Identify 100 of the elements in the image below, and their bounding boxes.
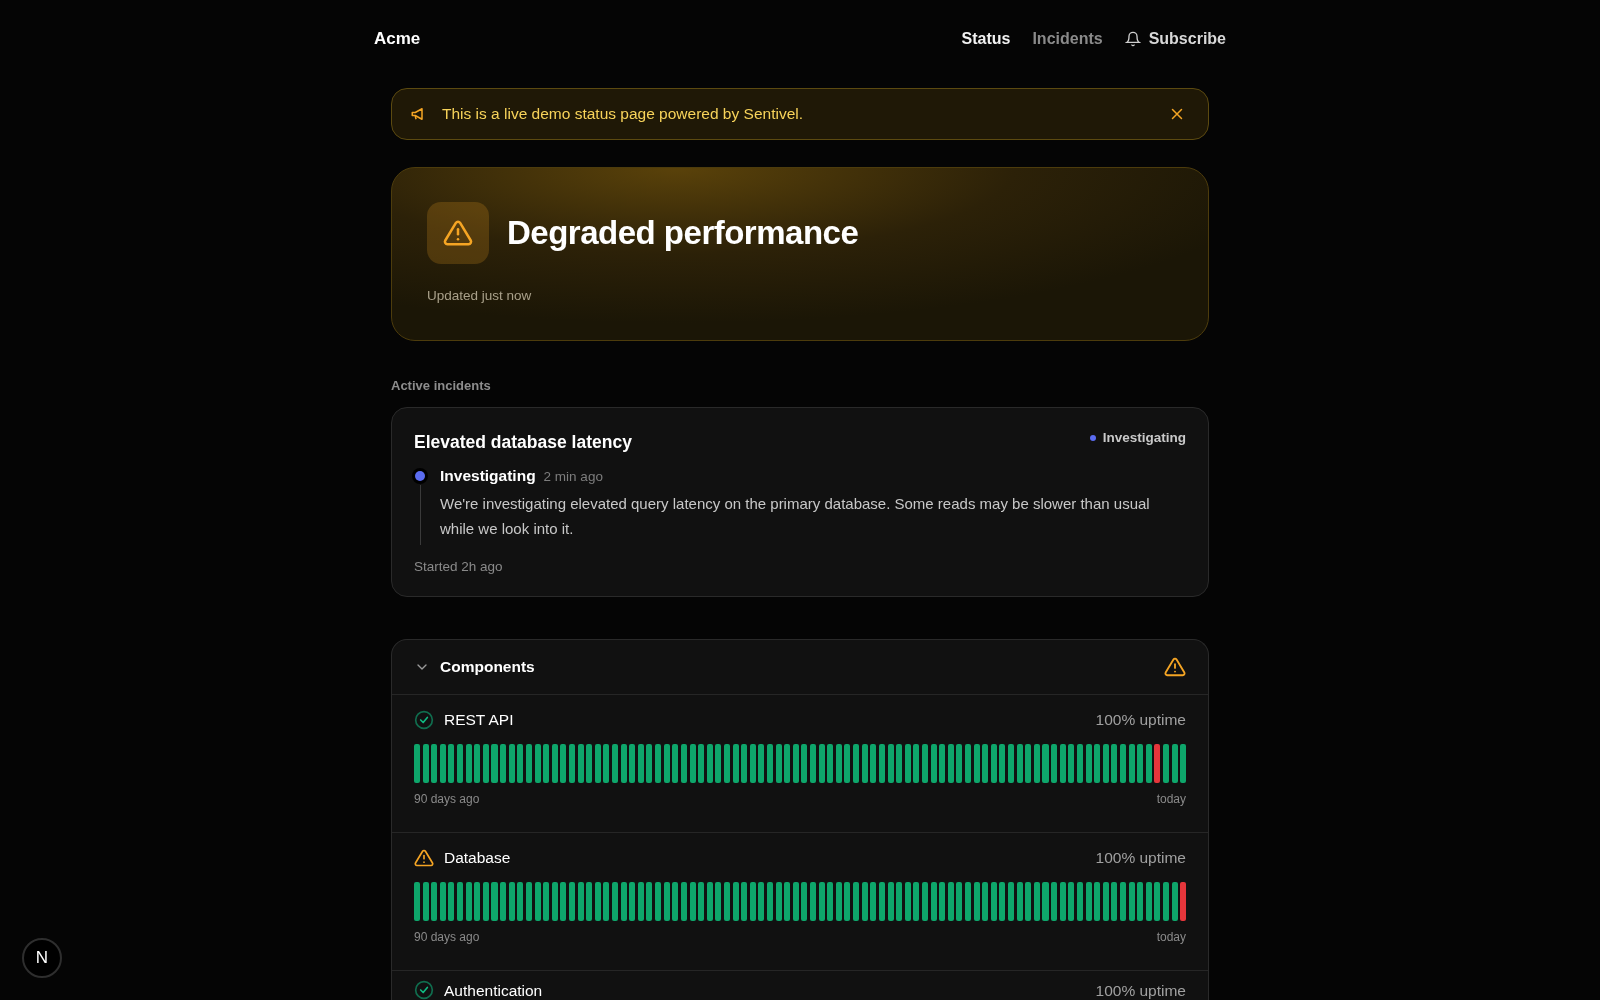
uptime-bar[interactable]	[698, 882, 705, 921]
uptime-bar[interactable]	[1128, 882, 1135, 921]
uptime-bar[interactable]	[577, 744, 584, 783]
nav-link[interactable]: Incidents	[1032, 30, 1103, 48]
uptime-bar[interactable]	[560, 744, 567, 783]
uptime-bar[interactable]	[784, 882, 791, 921]
uptime-bar[interactable]	[1119, 882, 1126, 921]
uptime-bar[interactable]	[930, 744, 937, 783]
uptime-bar[interactable]	[577, 882, 584, 921]
uptime-bar[interactable]	[913, 882, 920, 921]
uptime-bar[interactable]	[646, 882, 653, 921]
brand-name[interactable]: Acme	[374, 29, 421, 49]
uptime-bar[interactable]	[448, 882, 455, 921]
uptime-bar[interactable]	[861, 744, 868, 783]
uptime-bar[interactable]	[810, 882, 817, 921]
uptime-bar[interactable]	[1119, 744, 1126, 783]
uptime-bar[interactable]	[982, 744, 989, 783]
uptime-bar[interactable]	[629, 744, 636, 783]
uptime-bar[interactable]	[594, 744, 601, 783]
uptime-bar[interactable]	[878, 744, 885, 783]
uptime-bar[interactable]	[637, 744, 644, 783]
uptime-bar[interactable]	[801, 744, 808, 783]
uptime-bar[interactable]	[792, 882, 799, 921]
uptime-bar[interactable]	[508, 882, 515, 921]
uptime-bar[interactable]	[1051, 744, 1058, 783]
uptime-bar[interactable]	[1059, 882, 1066, 921]
uptime-bar[interactable]	[999, 744, 1006, 783]
uptime-bar[interactable]	[543, 882, 550, 921]
uptime-bar[interactable]	[672, 882, 679, 921]
uptime-bar[interactable]	[1111, 744, 1118, 783]
uptime-bar[interactable]	[637, 882, 644, 921]
uptime-bar[interactable]	[706, 744, 713, 783]
uptime-bar[interactable]	[439, 744, 446, 783]
uptime-bar[interactable]	[818, 744, 825, 783]
subscribe-button[interactable]: Subscribe	[1124, 30, 1226, 48]
uptime-bar[interactable]	[896, 882, 903, 921]
uptime-bar[interactable]	[947, 744, 954, 783]
uptime-bar[interactable]	[551, 882, 558, 921]
uptime-bar[interactable]	[1076, 744, 1083, 783]
uptime-bar[interactable]	[939, 744, 946, 783]
uptime-bar[interactable]	[612, 882, 619, 921]
uptime-bar[interactable]	[1111, 882, 1118, 921]
uptime-bar[interactable]	[973, 882, 980, 921]
uptime-bar[interactable]	[439, 882, 446, 921]
uptime-bar[interactable]	[990, 744, 997, 783]
uptime-bar[interactable]	[1145, 882, 1152, 921]
uptime-bar[interactable]	[482, 882, 489, 921]
uptime-bar[interactable]	[1068, 744, 1075, 783]
uptime-bar[interactable]	[534, 744, 541, 783]
dev-tools-button[interactable]: N	[22, 938, 62, 978]
uptime-bar[interactable]	[715, 882, 722, 921]
uptime-bar[interactable]	[784, 744, 791, 783]
uptime-bar[interactable]	[990, 882, 997, 921]
uptime-bar[interactable]	[568, 882, 575, 921]
uptime-bar[interactable]	[844, 882, 851, 921]
uptime-bar[interactable]	[698, 744, 705, 783]
uptime-bar[interactable]	[1163, 744, 1170, 783]
uptime-bar[interactable]	[956, 882, 963, 921]
uptime-bar[interactable]	[827, 744, 834, 783]
uptime-bar[interactable]	[1163, 882, 1170, 921]
uptime-bar[interactable]	[1145, 744, 1152, 783]
uptime-bar[interactable]	[517, 882, 524, 921]
uptime-bar[interactable]	[431, 744, 438, 783]
uptime-bar[interactable]	[749, 744, 756, 783]
uptime-bar[interactable]	[999, 882, 1006, 921]
uptime-bar[interactable]	[560, 882, 567, 921]
uptime-bar[interactable]	[1102, 744, 1109, 783]
uptime-bar[interactable]	[1085, 744, 1092, 783]
uptime-bar[interactable]	[680, 744, 687, 783]
uptime-bar[interactable]	[1033, 744, 1040, 783]
uptime-bar[interactable]	[689, 882, 696, 921]
uptime-bar[interactable]	[930, 882, 937, 921]
uptime-bar[interactable]	[620, 882, 627, 921]
uptime-bar[interactable]	[663, 744, 670, 783]
uptime-bar[interactable]	[758, 882, 765, 921]
uptime-bar[interactable]	[551, 744, 558, 783]
uptime-bar[interactable]	[956, 744, 963, 783]
uptime-bar[interactable]	[1171, 882, 1178, 921]
uptime-bar[interactable]	[904, 744, 911, 783]
uptime-bar[interactable]	[715, 744, 722, 783]
uptime-bar[interactable]	[1094, 744, 1101, 783]
uptime-bar[interactable]	[680, 882, 687, 921]
uptime-bar[interactable]	[818, 882, 825, 921]
uptime-bar[interactable]	[835, 882, 842, 921]
uptime-bar[interactable]	[525, 882, 532, 921]
uptime-bar[interactable]	[534, 882, 541, 921]
uptime-bar[interactable]	[474, 882, 481, 921]
uptime-bar[interactable]	[568, 744, 575, 783]
uptime-bar[interactable]	[853, 882, 860, 921]
uptime-bar[interactable]	[1137, 882, 1144, 921]
uptime-bar[interactable]	[646, 744, 653, 783]
uptime-bar[interactable]	[853, 744, 860, 783]
uptime-bar[interactable]	[1094, 882, 1101, 921]
uptime-bar[interactable]	[723, 744, 730, 783]
uptime-bar[interactable]	[904, 882, 911, 921]
uptime-bar[interactable]	[586, 882, 593, 921]
uptime-bar[interactable]	[603, 744, 610, 783]
uptime-bar[interactable]	[749, 882, 756, 921]
uptime-bar[interactable]	[672, 744, 679, 783]
uptime-bar[interactable]	[706, 882, 713, 921]
